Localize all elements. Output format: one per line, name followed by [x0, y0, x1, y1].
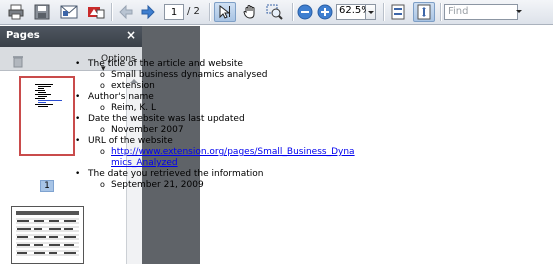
fit-page-icon[interactable] — [413, 2, 435, 22]
list-subitem: September 21, 2009 — [84, 179, 346, 191]
toolbar-separator — [111, 3, 112, 21]
prev-page-icon[interactable] — [117, 2, 135, 22]
select-tool-icon[interactable] — [214, 2, 236, 22]
find-input[interactable]: Find — [444, 4, 518, 20]
toolbar: / 2 62.5% Find — [0, 0, 553, 25]
toolbar-separator — [292, 3, 293, 21]
trash-icon[interactable] — [12, 53, 24, 72]
chevron-down-icon[interactable] — [515, 4, 523, 20]
zoom-level-value[interactable]: 62.5% — [336, 4, 371, 20]
url-link-text[interactable]: mics_Analyzed — [111, 158, 178, 168]
page-thumbnail-1[interactable] — [19, 76, 75, 156]
list-item: Author's name — [75, 92, 346, 103]
list-subitem: November 2007 — [84, 124, 346, 136]
email-icon[interactable] — [58, 2, 80, 22]
close-icon[interactable]: × — [126, 28, 136, 42]
list-item: The title of the article and website — [75, 59, 346, 70]
fit-width-icon[interactable] — [388, 2, 408, 22]
url-link-continued[interactable]: mics_Analyzed — [84, 158, 346, 169]
list-subitem: Reim, K. L — [84, 102, 346, 114]
page-thumbnail-label: 1 — [40, 180, 54, 192]
page-thumbnail-2[interactable] — [11, 206, 84, 264]
list-item: The date you retrieved the information — [75, 169, 346, 180]
page-total: / 2 — [187, 6, 200, 17]
list-item: URL of the website — [75, 136, 346, 147]
page-number-field[interactable] — [164, 4, 184, 20]
chevron-down-icon[interactable] — [366, 4, 376, 20]
url-link-text[interactable]: http://www.extension.org/pages/Small_Bus… — [111, 147, 355, 157]
document-content: The title of the article and website Sma… — [75, 59, 355, 191]
hand-tool-icon[interactable] — [240, 2, 260, 22]
next-page-icon[interactable] — [139, 2, 157, 22]
toolbar-separator — [209, 3, 210, 21]
zoom-in-icon[interactable] — [316, 2, 334, 22]
list-item: Date the website was last updated — [75, 114, 346, 125]
toolbar-separator — [440, 3, 441, 21]
marquee-zoom-icon[interactable] — [264, 2, 286, 22]
print-icon[interactable] — [6, 2, 26, 22]
zoom-out-icon[interactable] — [296, 2, 314, 22]
list-subitem: Small business dynamics analysed — [84, 69, 346, 81]
pages-panel-header: Pages × — [0, 26, 142, 47]
pages-panel-title: Pages — [6, 30, 40, 41]
list-subitem: extension — [84, 80, 346, 92]
save-icon[interactable] — [32, 2, 52, 22]
toolbar-separator — [383, 3, 384, 21]
acrobat-icon[interactable] — [86, 2, 106, 22]
url-link[interactable]: http://www.extension.org/pages/Small_Bus… — [84, 146, 355, 158]
bullet-list: The title of the article and website Sma… — [75, 59, 355, 191]
